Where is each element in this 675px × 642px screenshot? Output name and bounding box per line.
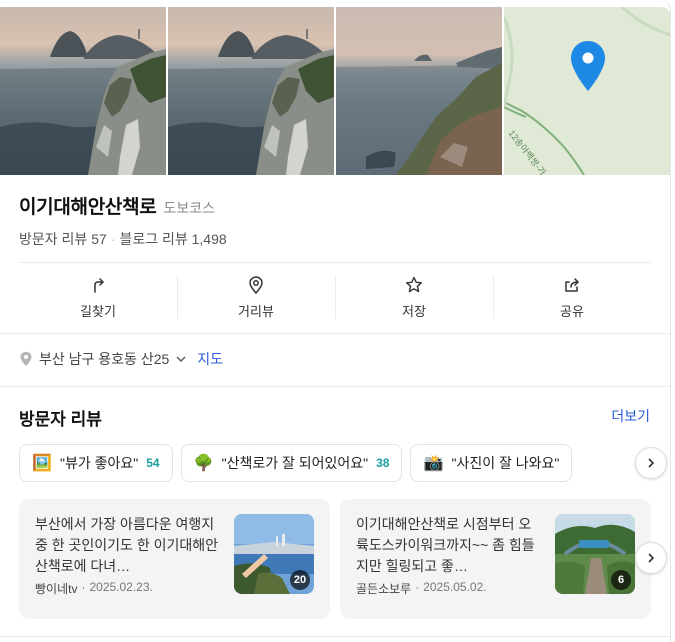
photo-strip: 12송아백쌍-가 bbox=[0, 7, 670, 175]
reviews-next-button[interactable] bbox=[635, 542, 667, 574]
tree-icon: 🌳 bbox=[193, 455, 214, 472]
share-button[interactable]: 공유 bbox=[493, 263, 651, 331]
review-text: 이기대해안산책로 시점부터 오륙도스카이워크까지~~ 좀 힘들지만 힐링되고 좋… bbox=[356, 516, 535, 574]
map-link[interactable]: 지도 bbox=[197, 349, 223, 369]
review-meta: 빵이네tv · 2025.02.23. bbox=[35, 580, 153, 597]
place-photo-3[interactable] bbox=[336, 7, 502, 175]
mini-map[interactable]: 12송아백쌍-가 bbox=[504, 7, 670, 175]
section-divider bbox=[0, 333, 670, 334]
address-row: 부산 남구 용호동 산25 지도 bbox=[19, 349, 223, 369]
title-row: 이기대해안산책로 도보코스 bbox=[19, 192, 215, 219]
save-button[interactable]: 저장 bbox=[335, 263, 493, 331]
place-category: 도보코스 bbox=[163, 200, 215, 216]
photo-count-badge: 20 bbox=[290, 570, 310, 590]
review-meta: 골든소보루 · 2025.05.02. bbox=[356, 580, 487, 597]
keyword-chip[interactable]: 🌳 "산책로가 잘 되어있어요" 38 bbox=[180, 444, 403, 482]
review-card[interactable]: 이기대해안산책로 시점부터 오륙도스카이워크까지~~ 좀 힘들지만 힐링되고 좋… bbox=[340, 499, 651, 619]
place-card: 12송아백쌍-가 이기대해안산책로 도보코스 방문자 리뷰 57 · 블로그 리… bbox=[0, 0, 671, 642]
camera-icon: 📸 bbox=[423, 455, 444, 472]
location-pin-icon bbox=[20, 351, 32, 366]
chevron-right-icon bbox=[648, 458, 655, 468]
chips-next-button[interactable] bbox=[635, 447, 667, 479]
separator-dot: · bbox=[415, 580, 420, 594]
review-date: 2025.05.02. bbox=[423, 580, 487, 594]
blog-review-stat[interactable]: 블로그 리뷰 1,498 bbox=[119, 229, 226, 249]
chevron-right-icon bbox=[648, 553, 655, 563]
share-label: 공유 bbox=[560, 303, 584, 319]
separator-dot: · bbox=[110, 231, 116, 247]
star-icon bbox=[406, 276, 422, 292]
review-thumbnail[interactable]: 6 bbox=[555, 514, 635, 594]
keyword-count: 54 bbox=[146, 456, 160, 470]
place-photo-2[interactable] bbox=[168, 7, 334, 175]
keyword-count: 38 bbox=[376, 456, 390, 470]
address-text: 부산 남구 용호동 산25 bbox=[39, 351, 170, 367]
keyword-text: "사진이 잘 나와요" bbox=[451, 455, 560, 471]
keyword-text: "뷰가 좋아요" bbox=[60, 455, 139, 471]
review-author: 빵이네tv bbox=[35, 582, 78, 596]
keyword-text: "산책로가 잘 되어있어요" bbox=[221, 455, 369, 471]
visitor-reviews-title: 방문자 리뷰 bbox=[19, 410, 102, 429]
blog-review-count: 1,498 bbox=[191, 231, 227, 247]
more-link[interactable]: 더보기 bbox=[611, 406, 650, 426]
review-text: 부산에서 가장 아름다운 여행지 중 한 곳인이기도 한 이기대해안산책로에 다… bbox=[35, 516, 218, 574]
visitor-review-stat[interactable]: 방문자 리뷰 57 bbox=[19, 229, 107, 249]
separator-dot: · bbox=[81, 580, 86, 594]
place-title: 이기대해안산책로 bbox=[19, 197, 157, 218]
chevron-down-icon[interactable] bbox=[175, 353, 187, 365]
streetview-label: 거리뷰 bbox=[238, 303, 274, 319]
directions-button[interactable]: 길찾기 bbox=[19, 263, 177, 331]
directions-label: 길찾기 bbox=[80, 303, 116, 319]
visitor-review-label: 방문자 리뷰 bbox=[19, 231, 88, 247]
keyword-chips: 🖼️ "뷰가 좋아요" 54 🌳 "산책로가 잘 되어있어요" 38 📸 "사진… bbox=[19, 444, 670, 484]
streetview-pin-icon bbox=[249, 275, 263, 294]
blog-review-label: 블로그 리뷰 bbox=[119, 231, 188, 247]
review-carousel: 부산에서 가장 아름다운 여행지 중 한 곳인이기도 한 이기대해안산책로에 다… bbox=[19, 499, 670, 619]
share-icon bbox=[565, 277, 579, 292]
review-thumbnail[interactable]: 20 bbox=[234, 514, 314, 594]
visitor-review-count: 57 bbox=[91, 231, 107, 247]
section-divider bbox=[0, 386, 670, 387]
keyword-chip[interactable]: 📸 "사진이 잘 나와요" bbox=[410, 444, 573, 482]
photo-count-badge: 6 bbox=[611, 570, 631, 590]
directions-icon bbox=[94, 277, 104, 293]
section-divider bbox=[0, 636, 670, 637]
streetview-button[interactable]: 거리뷰 bbox=[177, 263, 335, 331]
review-date: 2025.02.23. bbox=[89, 580, 153, 594]
save-label: 저장 bbox=[402, 303, 426, 319]
review-card[interactable]: 부산에서 가장 아름다운 여행지 중 한 곳인이기도 한 이기대해안산책로에 다… bbox=[19, 499, 330, 619]
action-bar: 길찾기 거리뷰 저장 공유 bbox=[19, 263, 651, 331]
review-author: 골든소보루 bbox=[356, 582, 412, 596]
place-photo-1[interactable] bbox=[0, 7, 166, 175]
keyword-chip[interactable]: 🖼️ "뷰가 좋아요" 54 bbox=[19, 444, 173, 482]
review-stats: 방문자 리뷰 57 · 블로그 리뷰 1,498 bbox=[19, 229, 227, 249]
picture-icon: 🖼️ bbox=[32, 455, 52, 472]
